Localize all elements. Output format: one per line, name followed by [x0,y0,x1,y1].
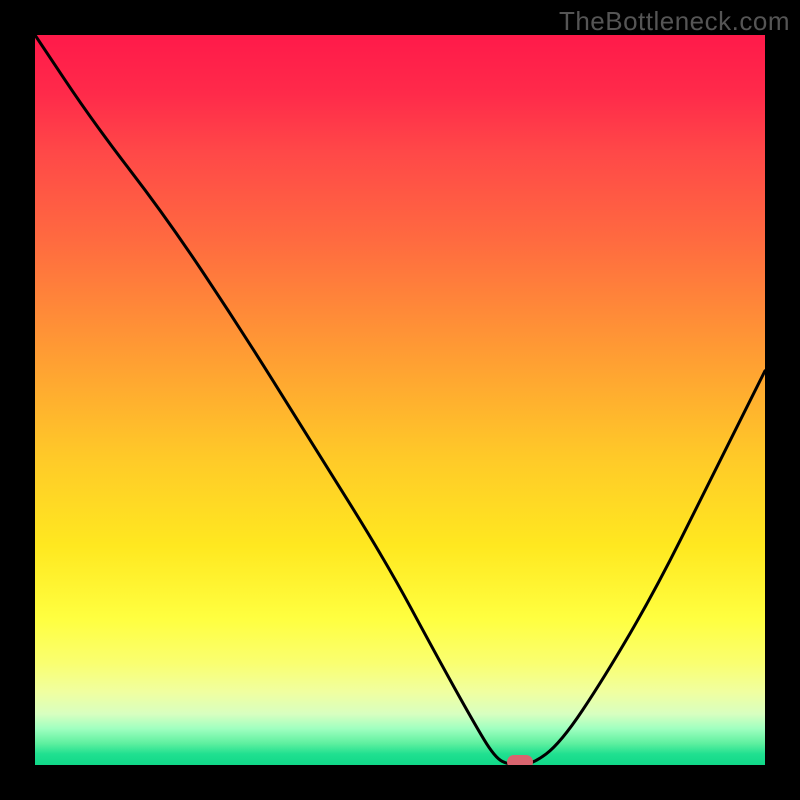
chart-frame: TheBottleneck.com [0,0,800,800]
bottleneck-curve [35,35,765,765]
optimal-marker [507,755,533,765]
curve-layer [35,35,765,765]
plot-area [35,35,765,765]
watermark-text: TheBottleneck.com [559,6,790,37]
